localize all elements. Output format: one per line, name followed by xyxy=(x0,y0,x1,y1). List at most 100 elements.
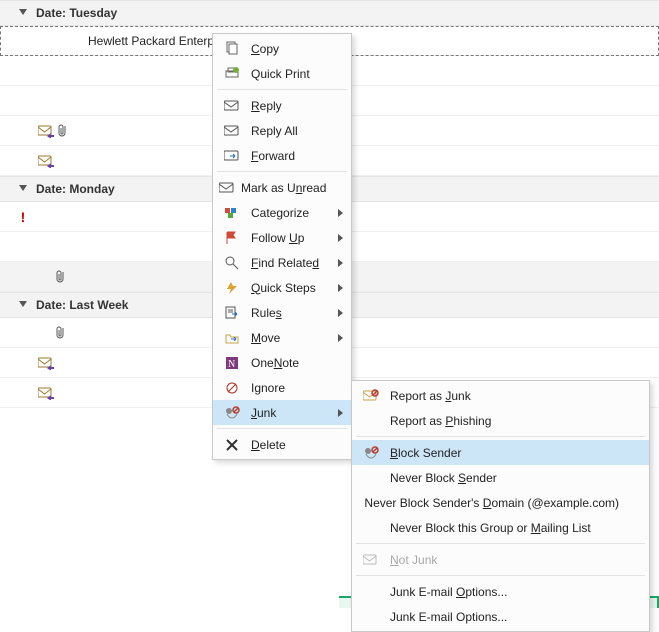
menu-label: Copy xyxy=(245,42,279,56)
menu-label: Move xyxy=(245,331,280,345)
menu-label: Follow Up xyxy=(245,231,304,245)
menu-label: Mark as Unread xyxy=(235,181,326,195)
submenu-arrow-icon xyxy=(338,234,343,242)
menu-quick-steps[interactable]: Quick Steps xyxy=(213,275,351,300)
menu-delete[interactable]: Delete xyxy=(213,432,351,457)
menu-label: Junk E-mail Options... xyxy=(384,610,507,624)
submenu-junk-options[interactable]: Junk E-mail Options... xyxy=(352,579,649,604)
menu-separator xyxy=(356,436,645,437)
submenu-arrow-icon xyxy=(338,334,343,342)
menu-label: Junk xyxy=(245,406,276,420)
quickprint-icon xyxy=(219,66,245,82)
attachment-icon xyxy=(38,326,66,340)
reply-icon xyxy=(219,99,245,113)
group-header-tuesday[interactable]: Date: Tuesday xyxy=(0,0,659,26)
copy-icon xyxy=(219,41,245,57)
menu-label: Report as Junk xyxy=(384,389,471,403)
menu-forward[interactable]: Forward xyxy=(213,143,351,168)
svg-text:N: N xyxy=(228,359,235,370)
menu-label: Delete xyxy=(245,438,286,452)
menu-separator xyxy=(217,428,347,429)
menu-quick-print[interactable]: Quick Print xyxy=(213,61,351,86)
menu-label: Reply xyxy=(245,99,282,113)
submenu-block-sender[interactable]: Block Sender xyxy=(352,440,649,465)
menu-label: Junk E-mail Options... xyxy=(384,585,507,599)
menu-separator xyxy=(217,89,347,90)
submenu-arrow-icon xyxy=(338,409,343,417)
submenu-report-phishing[interactable]: Report as Phishing xyxy=(352,408,649,433)
submenu-not-junk: Not Junk xyxy=(352,547,649,572)
attachment-icon xyxy=(58,124,68,138)
menu-label: Report as Phishing xyxy=(384,414,491,428)
menu-label: Rules xyxy=(245,306,282,320)
menu-reply[interactable]: Reply xyxy=(213,93,351,118)
submenu-never-block-sender[interactable]: Never Block Sender xyxy=(352,465,649,490)
submenu-junk-reporting-options[interactable]: Junk E-mail Options... xyxy=(352,604,649,629)
submenu-arrow-icon xyxy=(338,259,343,267)
replied-icon xyxy=(38,356,54,370)
menu-rules[interactable]: Rules xyxy=(213,300,351,325)
replied-icon xyxy=(38,154,54,168)
menu-reply-all[interactable]: Reply All xyxy=(213,118,351,143)
replied-icon xyxy=(38,386,54,400)
delete-icon xyxy=(219,438,245,452)
menu-label: Reply All xyxy=(245,124,298,138)
menu-label: Quick Steps xyxy=(245,281,316,295)
importance-high-icon: ! xyxy=(21,209,26,225)
forward-icon xyxy=(219,149,245,163)
menu-copy[interactable]: Copy xyxy=(213,36,351,61)
junk-block-icon xyxy=(358,389,384,403)
markunread-icon xyxy=(219,181,235,195)
submenu-report-junk[interactable]: Report as Junk xyxy=(352,383,649,408)
menu-label: Never Block Sender xyxy=(384,471,497,485)
menu-label: Forward xyxy=(245,149,295,163)
menu-separator xyxy=(356,543,645,544)
menu-label: Never Block Sender's Domain (@example.co… xyxy=(358,496,619,510)
menu-follow-up[interactable]: Follow Up xyxy=(213,225,351,250)
menu-label: Block Sender xyxy=(384,446,461,460)
caret-down-icon xyxy=(18,300,28,310)
menu-label: Not Junk xyxy=(384,553,437,567)
menu-ignore[interactable]: Ignore xyxy=(213,375,351,400)
junk-icon xyxy=(219,406,245,420)
move-icon xyxy=(219,331,245,345)
menu-categorize[interactable]: Categorize xyxy=(213,200,351,225)
submenu-never-block-group[interactable]: Never Block this Group or Mailing List xyxy=(352,515,649,540)
replyall-icon xyxy=(219,124,245,138)
submenu-arrow-icon xyxy=(338,284,343,292)
menu-label: Quick Print xyxy=(245,67,310,81)
followup-icon xyxy=(219,231,245,245)
notjunk-icon xyxy=(358,553,384,567)
quicksteps-icon xyxy=(219,281,245,295)
group-label: Date: Monday xyxy=(36,182,115,196)
menu-separator xyxy=(217,171,347,172)
attachment-icon xyxy=(38,270,66,284)
caret-down-icon xyxy=(18,184,28,194)
menu-label: Ignore xyxy=(245,381,285,395)
caret-down-icon xyxy=(18,8,28,18)
submenu-arrow-icon xyxy=(338,309,343,317)
menu-separator xyxy=(356,575,645,576)
menu-move[interactable]: Move xyxy=(213,325,351,350)
menu-onenote[interactable]: N OneNote xyxy=(213,350,351,375)
replied-icon xyxy=(38,124,54,138)
menu-find-related[interactable]: Find Related xyxy=(213,250,351,275)
menu-label: Never Block this Group or Mailing List xyxy=(384,521,591,535)
submenu-never-block-domain[interactable]: Never Block Sender's Domain (@example.co… xyxy=(352,490,649,515)
categorize-icon xyxy=(219,206,245,220)
menu-label: OneNote xyxy=(245,356,299,370)
junk-submenu: Report as Junk Report as Phishing Block … xyxy=(351,380,650,632)
rules-icon xyxy=(219,306,245,320)
block-sender-icon xyxy=(358,446,384,460)
sender-cell: Hewlett Packard Enterpri xyxy=(68,34,228,48)
menu-label: Find Related xyxy=(245,256,319,270)
onenote-icon: N xyxy=(219,356,245,370)
menu-junk[interactable]: Junk xyxy=(213,400,351,425)
menu-label: Categorize xyxy=(245,206,309,220)
ignore-icon xyxy=(219,381,245,395)
group-label: Date: Last Week xyxy=(36,298,128,312)
group-label: Date: Tuesday xyxy=(36,6,117,20)
menu-mark-unread[interactable]: Mark as Unread xyxy=(213,175,351,200)
context-menu: Copy Quick Print Reply Reply All Forward… xyxy=(212,33,352,460)
findrelated-icon xyxy=(219,256,245,270)
